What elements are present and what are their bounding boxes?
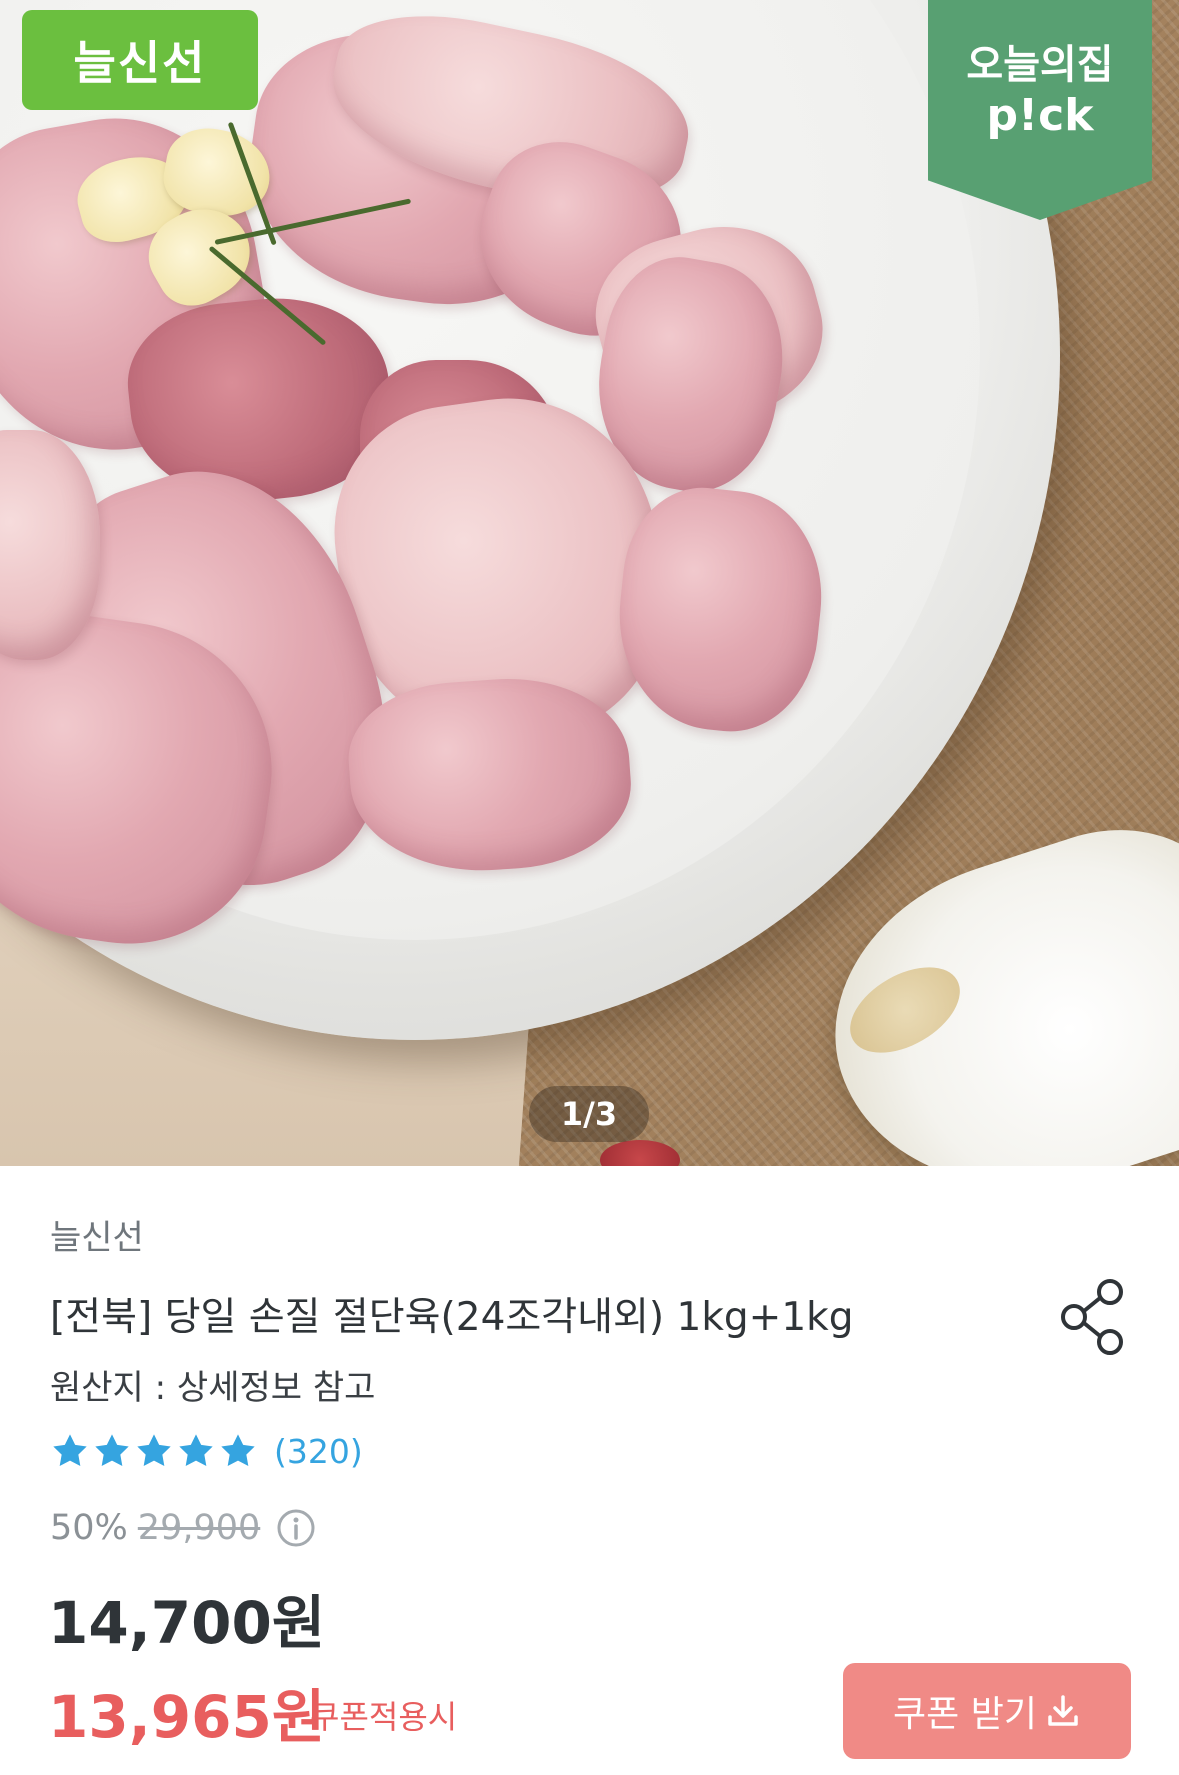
- star-icon: [221, 1434, 255, 1466]
- discount-rate: 50%: [50, 1508, 128, 1548]
- brand-badge: 늘신선: [22, 10, 258, 110]
- origin-info: 원산지 : 상세정보 참고: [50, 1368, 376, 1408]
- info-icon[interactable]: [276, 1508, 316, 1548]
- star-icon: [53, 1434, 87, 1466]
- sale-price: 14,700원: [48, 1589, 326, 1657]
- product-title: [전북] 당일 손질 절단육(24조각내외) 1kg+1kg: [50, 1295, 854, 1340]
- product-info: 늘신선 [전북] 당일 손질 절단육(24조각내외) 1kg+1kg 원산지 :…: [0, 1166, 1179, 1775]
- brand-link[interactable]: 늘신선: [50, 1210, 144, 1259]
- get-coupon-button[interactable]: 쿠폰 받기: [843, 1663, 1131, 1759]
- star-icon: [137, 1434, 171, 1466]
- rating[interactable]: (320): [50, 1431, 363, 1471]
- review-count[interactable]: (320): [274, 1432, 363, 1471]
- original-price: 29,900: [137, 1508, 261, 1548]
- discount-row: 50% 29,900: [50, 1508, 316, 1548]
- coupon-button-label: 쿠폰 받기: [893, 1694, 1037, 1735]
- star-icon: [179, 1434, 213, 1466]
- coupon-price: 13,965원: [48, 1683, 326, 1751]
- pick-badge-line1: 오늘의집: [966, 42, 1114, 88]
- pick-badge: 오늘의집 p!ck: [928, 0, 1152, 220]
- download-icon: [1048, 1695, 1078, 1726]
- image-pager: 1/3: [529, 1086, 649, 1142]
- star-icon: [95, 1434, 129, 1466]
- pick-badge-line2: p!ck: [986, 90, 1094, 141]
- product-image-carousel[interactable]: 늘신선 오늘의집 p!ck 1/3: [0, 0, 1179, 1166]
- share-icon[interactable]: [1058, 1278, 1130, 1356]
- coupon-note: 쿠폰적용시: [310, 1698, 458, 1736]
